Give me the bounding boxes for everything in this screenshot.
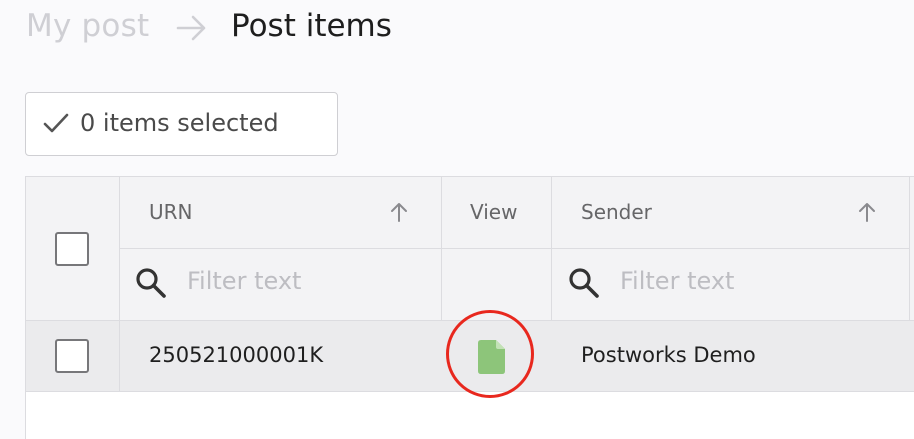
- column-header-sender[interactable]: Sender: [581, 200, 652, 224]
- items-selected-label: 0 items selected: [80, 109, 279, 137]
- breadcrumb-parent-link[interactable]: My post: [26, 8, 149, 44]
- search-icon: [569, 268, 599, 298]
- highlight-circle: [446, 310, 534, 398]
- urn-cell: 250521000001K: [149, 343, 324, 367]
- arrow-right-icon: [176, 15, 206, 41]
- sort-arrow-up-icon[interactable]: [857, 201, 877, 223]
- check-icon: [43, 113, 69, 133]
- header-filter-divider: [120, 248, 910, 249]
- column-divider: [119, 177, 120, 391]
- search-icon: [136, 268, 166, 298]
- select-all-checkbox[interactable]: [55, 232, 89, 266]
- urn-filter-input[interactable]: [187, 264, 427, 298]
- column-header-view[interactable]: View: [470, 200, 517, 224]
- sender-filter-input[interactable]: [620, 264, 890, 298]
- sort-arrow-up-icon[interactable]: [389, 201, 409, 223]
- column-header-urn[interactable]: URN: [149, 200, 193, 224]
- sender-cell: Postworks Demo: [581, 343, 756, 367]
- page-title: Post items: [231, 8, 392, 44]
- row-select-checkbox[interactable]: [55, 339, 89, 373]
